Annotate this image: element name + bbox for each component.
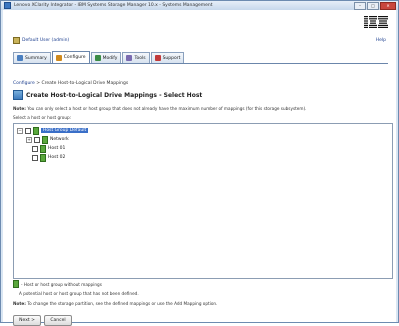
page-heading: Create Host-to-Logical Drive Mappings - …: [13, 90, 202, 100]
app-window: Lenovo XClarity Integrator - IBM Systems…: [0, 0, 399, 326]
host-icon: [42, 135, 48, 144]
tree-node-child[interactable]: Host 02: [32, 153, 66, 162]
note-bottom: Note: To change the storage partition, s…: [13, 301, 217, 306]
main-content: Default User (admin) Help Summary Config…: [3, 10, 396, 326]
mapping-icon: [13, 90, 23, 100]
breadcrumb: Configure > Create Host-to-Logical Drive…: [13, 81, 128, 86]
tree-node-child[interactable]: + Network: [26, 135, 69, 144]
breadcrumb-current: Create Host-to-Logical Drive Mappings: [41, 81, 129, 86]
host-icon: [13, 280, 19, 288]
ibm-logo-graphic: [364, 16, 388, 28]
tab-configure[interactable]: Configure: [51, 51, 90, 63]
select-prompt: Select a host or host group:: [13, 115, 72, 120]
user-link-label: Default User (admin): [22, 38, 70, 43]
cancel-button[interactable]: Cancel: [44, 315, 72, 326]
host-icon: [40, 144, 46, 153]
node-checkbox[interactable]: [25, 127, 31, 134]
host-icon: [40, 153, 46, 162]
window-title: Lenovo XClarity Integrator - IBM Systems…: [14, 3, 213, 8]
tools-icon: [126, 55, 133, 61]
tab-bar: Summary Configure Modify Tools Support: [13, 51, 185, 63]
note-label: Note:: [13, 106, 26, 111]
modify-icon: [94, 55, 101, 61]
note-text: You can only select a host or host group…: [25, 106, 307, 111]
breadcrumb-link[interactable]: Configure: [13, 81, 35, 86]
collapse-icon[interactable]: −: [17, 127, 23, 134]
tab-modify[interactable]: Modify: [90, 52, 122, 63]
user-link[interactable]: Default User (admin): [13, 37, 69, 44]
tab-label: Support: [162, 55, 181, 61]
legend: - Host or host group without mappings: [13, 280, 102, 288]
node-checkbox[interactable]: [32, 154, 38, 161]
legend-text: - Host or host group without mappings: [21, 281, 102, 287]
tab-label: Configure: [63, 55, 86, 60]
window-controls: – □ ✕: [353, 2, 396, 10]
next-button[interactable]: Next >: [13, 315, 41, 326]
tab-support[interactable]: Support: [150, 52, 185, 63]
title-bar[interactable]: Lenovo XClarity Integrator - IBM Systems…: [1, 1, 398, 10]
expand-icon[interactable]: +: [26, 136, 32, 143]
tree-node-root[interactable]: − Host Group Default: [17, 126, 89, 135]
minimize-button[interactable]: –: [354, 2, 366, 10]
close-button[interactable]: ✕: [380, 2, 396, 10]
warning-text: A potential host or host group that has …: [19, 291, 139, 296]
tree-node-label: Host 02: [48, 155, 66, 160]
note-text: To change the storage partition, see the…: [25, 301, 218, 306]
help-link[interactable]: Help: [376, 38, 386, 43]
note-label: Note:: [13, 301, 26, 306]
page-title: Create Host-to-Logical Drive Mappings - …: [26, 91, 203, 99]
button-row: Next > Cancel: [13, 315, 75, 326]
ibm-logo: [364, 16, 388, 28]
host-tree[interactable]: − Host Group Default + Network Host 01 H…: [13, 123, 393, 279]
tab-label: Modify: [102, 55, 118, 61]
configure-icon: [55, 54, 62, 61]
app-icon: [4, 2, 11, 9]
tab-label: Tools: [134, 55, 146, 61]
tab-label: Summary: [25, 55, 47, 61]
tree-node-child[interactable]: Host 01: [32, 144, 66, 153]
host-group-icon: [33, 126, 39, 135]
tab-summary[interactable]: Summary: [13, 52, 51, 63]
user-icon: [13, 37, 20, 44]
tree-node-label: Host Group Default: [41, 128, 89, 133]
support-icon: [154, 55, 161, 61]
summary-icon: [17, 55, 23, 61]
node-checkbox[interactable]: [32, 145, 38, 152]
note-top: Note: You can only select a host or host…: [13, 106, 306, 111]
node-checkbox[interactable]: [34, 136, 40, 143]
maximize-button[interactable]: □: [367, 2, 379, 10]
tree-node-label: Network: [50, 137, 69, 142]
tree-node-label: Host 01: [48, 146, 66, 151]
tab-divider: [13, 63, 388, 64]
tab-tools[interactable]: Tools: [122, 52, 150, 63]
